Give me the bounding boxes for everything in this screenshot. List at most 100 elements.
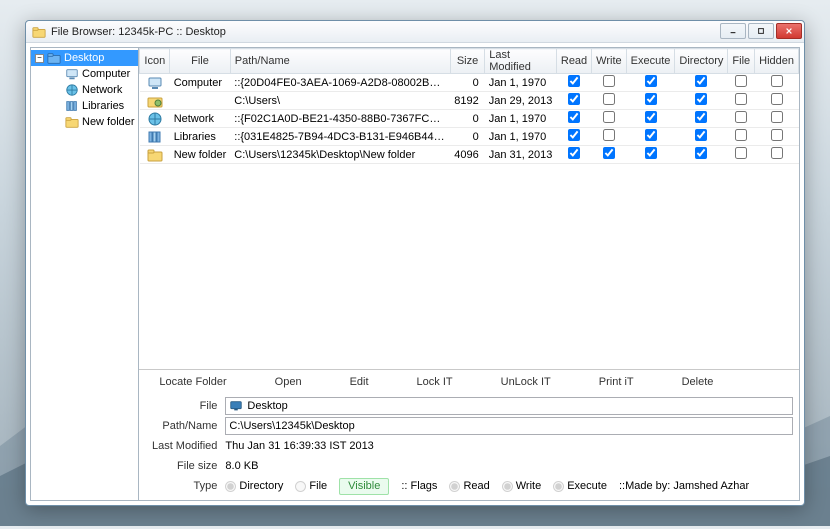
- edit-button[interactable]: Edit: [350, 376, 369, 388]
- cell-path: C:\Users\: [230, 92, 450, 110]
- flag-checkbox[interactable]: [695, 111, 707, 123]
- visible-button[interactable]: Visible: [339, 478, 389, 495]
- size-label: File size: [145, 460, 225, 472]
- maximize-button[interactable]: [748, 23, 774, 39]
- col-file[interactable]: File: [728, 49, 755, 74]
- unlock-button[interactable]: UnLock IT: [501, 376, 551, 388]
- minimize-button[interactable]: [720, 23, 746, 39]
- collapse-icon[interactable]: −: [35, 54, 44, 63]
- flag-checkbox[interactable]: [568, 111, 580, 123]
- path-value: C:\Users\12345k\Desktop: [229, 420, 354, 432]
- tree-root-desktop[interactable]: − Desktop: [31, 50, 138, 66]
- flag-checkbox[interactable]: [603, 75, 615, 87]
- flag-checkbox[interactable]: [645, 147, 657, 159]
- print-button[interactable]: Print iT: [599, 376, 634, 388]
- folder-icon: [147, 147, 163, 163]
- flag-checkbox[interactable]: [568, 129, 580, 141]
- file-field[interactable]: Desktop: [225, 397, 793, 415]
- cell-file: [170, 92, 231, 110]
- cell-path: ::{F02C1A0D-BE21-4350-88B0-7367FC96EF...: [230, 110, 450, 128]
- titlebar[interactable]: File Browser: 12345k-PC :: Desktop: [26, 21, 804, 43]
- action-bar: Locate Folder Open Edit Lock IT UnLock I…: [139, 370, 799, 394]
- tree-item-label: Network: [82, 84, 122, 96]
- file-table[interactable]: IconFilePath/NameSizeLast ModifiedReadWr…: [139, 48, 799, 370]
- flag-checkbox[interactable]: [735, 147, 747, 159]
- col-file[interactable]: File: [170, 49, 231, 74]
- col-last-modified[interactable]: Last Modified: [485, 49, 557, 74]
- flag-checkbox[interactable]: [645, 129, 657, 141]
- cell-path: ::{031E4825-7B94-4DC3-B131-E946B44C8D...: [230, 128, 450, 146]
- computer-icon: [147, 75, 163, 91]
- flag-checkbox[interactable]: [735, 75, 747, 87]
- made-by-label: ::Made by: Jamshed Azhar: [619, 480, 749, 492]
- col-directory[interactable]: Directory: [675, 49, 728, 74]
- locate-folder-button[interactable]: Locate Folder: [159, 376, 226, 388]
- flag-checkbox[interactable]: [603, 147, 615, 159]
- flag-checkbox[interactable]: [735, 111, 747, 123]
- user-icon: [147, 93, 163, 109]
- flag-checkbox[interactable]: [645, 93, 657, 105]
- table-row[interactable]: Libraries::{031E4825-7B94-4DC3-B131-E946…: [140, 128, 799, 146]
- table-row[interactable]: C:\Users\8192Jan 29, 2013: [140, 92, 799, 110]
- flag-checkbox[interactable]: [771, 93, 783, 105]
- cell-modified: Jan 1, 1970: [485, 110, 557, 128]
- network-icon: [65, 83, 79, 97]
- cell-modified: Jan 29, 2013: [485, 92, 557, 110]
- desktop-icon: [229, 399, 243, 413]
- flag-checkbox[interactable]: [695, 129, 707, 141]
- flag-checkbox[interactable]: [645, 75, 657, 87]
- flag-checkbox[interactable]: [771, 111, 783, 123]
- col-execute[interactable]: Execute: [626, 49, 675, 74]
- cell-size: 0: [450, 128, 484, 146]
- delete-button[interactable]: Delete: [682, 376, 714, 388]
- flag-checkbox[interactable]: [695, 75, 707, 87]
- tree-panel[interactable]: − Desktop Computer Network Libraries New fo…: [31, 48, 139, 500]
- type-label: Type: [145, 480, 225, 492]
- tree-item-label: Libraries: [82, 100, 124, 112]
- folder-icon: [65, 115, 79, 129]
- flag-checkbox[interactable]: [568, 93, 580, 105]
- flag-checkbox[interactable]: [645, 111, 657, 123]
- lock-button[interactable]: Lock IT: [417, 376, 453, 388]
- flag-checkbox[interactable]: [735, 93, 747, 105]
- table-row[interactable]: Computer::{20D04FE0-3AEA-1069-A2D8-08002…: [140, 74, 799, 92]
- flag-checkbox[interactable]: [695, 93, 707, 105]
- flag-checkbox[interactable]: [568, 147, 580, 159]
- table-row[interactable]: New folderC:\Users\12345k\Desktop\New fo…: [140, 146, 799, 164]
- type-directory-radio[interactable]: Directory: [225, 480, 283, 492]
- tree-item-computer[interactable]: Computer: [31, 66, 138, 82]
- tree-item-network[interactable]: Network: [31, 82, 138, 98]
- col-hidden[interactable]: Hidden: [755, 49, 799, 74]
- open-button[interactable]: Open: [275, 376, 302, 388]
- flag-execute-radio[interactable]: Execute: [553, 480, 607, 492]
- flag-write-radio[interactable]: Write: [502, 480, 541, 492]
- file-browser-window: File Browser: 12345k-PC :: Desktop − Des…: [25, 20, 805, 506]
- flag-checkbox[interactable]: [771, 129, 783, 141]
- flag-checkbox[interactable]: [603, 111, 615, 123]
- flag-checkbox[interactable]: [603, 129, 615, 141]
- tree-item-new-folder[interactable]: New folder: [31, 114, 138, 130]
- col-write[interactable]: Write: [592, 49, 626, 74]
- flag-read-radio[interactable]: Read: [449, 480, 489, 492]
- flag-checkbox[interactable]: [735, 129, 747, 141]
- folder-icon: [47, 51, 61, 65]
- flag-checkbox[interactable]: [695, 147, 707, 159]
- col-icon[interactable]: Icon: [140, 49, 170, 74]
- flag-checkbox[interactable]: [771, 147, 783, 159]
- col-path-name[interactable]: Path/Name: [230, 49, 450, 74]
- tree-item-libraries[interactable]: Libraries: [31, 98, 138, 114]
- cell-file: Libraries: [170, 128, 231, 146]
- flag-checkbox[interactable]: [771, 75, 783, 87]
- close-button[interactable]: [776, 23, 802, 39]
- cell-size: 4096: [450, 146, 484, 164]
- flag-checkbox[interactable]: [603, 93, 615, 105]
- table-row[interactable]: Network::{F02C1A0D-BE21-4350-88B0-7367FC…: [140, 110, 799, 128]
- tree-item-label: Computer: [82, 68, 130, 80]
- cell-file: Computer: [170, 74, 231, 92]
- cell-modified: Jan 31, 2013: [485, 146, 557, 164]
- flag-checkbox[interactable]: [568, 75, 580, 87]
- col-read[interactable]: Read: [556, 49, 591, 74]
- type-file-radio[interactable]: File: [295, 480, 327, 492]
- path-field[interactable]: C:\Users\12345k\Desktop: [225, 417, 793, 435]
- col-size[interactable]: Size: [450, 49, 484, 74]
